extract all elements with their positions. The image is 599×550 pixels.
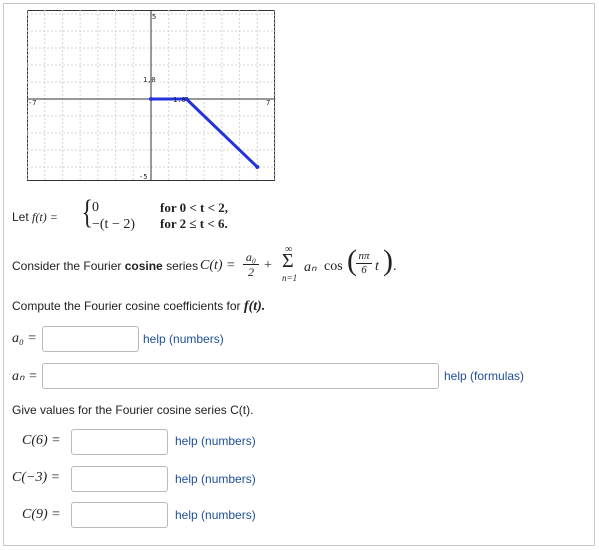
compute-prompt: Compute the Fourier cosine coefficients … bbox=[12, 299, 241, 313]
c6-help-link[interactable]: help (numbers) bbox=[175, 434, 256, 448]
close-paren: ) bbox=[383, 244, 393, 277]
argument-variable: t bbox=[375, 259, 379, 274]
consider-prefix: Consider the Fourier bbox=[12, 259, 125, 273]
x-max-label: 7 bbox=[266, 99, 270, 107]
an-input[interactable] bbox=[42, 363, 439, 389]
an-label: aₙ = bbox=[12, 369, 38, 384]
fraction-numerator: a₀ bbox=[245, 250, 257, 264]
a0-label: a₀ = bbox=[12, 331, 37, 346]
series-period: . bbox=[393, 259, 397, 274]
series-lhs: C(t) = bbox=[200, 258, 236, 273]
a0-input[interactable] bbox=[42, 326, 139, 352]
point-label-upper: 1,0 bbox=[143, 76, 156, 84]
c9-help-link[interactable]: help (numbers) bbox=[175, 508, 256, 522]
function-graph: 5 -5 -7 7 1,0 1.0 bbox=[27, 10, 276, 181]
summation-symbol: Σ bbox=[282, 250, 294, 272]
term-coefficient: aₙ bbox=[304, 260, 317, 275]
consider-bold: cosine bbox=[124, 259, 163, 273]
argument-numerator: nπ bbox=[358, 250, 370, 262]
c-neg3-help-link[interactable]: help (numbers) bbox=[175, 472, 256, 486]
let-prefix: Let bbox=[12, 210, 29, 224]
compute-function: f(t). bbox=[243, 299, 266, 314]
summation-lower: n=1 bbox=[282, 273, 298, 283]
c9-label: C(9) = bbox=[22, 507, 61, 522]
fraction-denominator: 2 bbox=[248, 265, 254, 279]
a0-help-link[interactable]: help (numbers) bbox=[143, 332, 224, 346]
consider-suffix: series bbox=[162, 259, 199, 273]
values-instruction: Give values for the Fourier cosine serie… bbox=[12, 403, 254, 417]
cos-function: cos bbox=[324, 259, 343, 274]
c9-input[interactable] bbox=[71, 502, 168, 528]
c6-label: C(6) = bbox=[22, 433, 61, 448]
case2-expr: −(t − 2) bbox=[92, 217, 136, 232]
c-neg3-label: C(−3) = bbox=[12, 470, 61, 485]
case1-condition: for 0 < t < 2, bbox=[160, 200, 229, 215]
c-neg3-input[interactable] bbox=[71, 466, 168, 492]
y-max-label: 5 bbox=[152, 13, 156, 21]
y-min-label: -5 bbox=[139, 173, 147, 181]
curve-endpoint bbox=[149, 97, 153, 101]
plus-sign: + bbox=[264, 258, 272, 273]
argument-denominator: 6 bbox=[361, 264, 367, 276]
c6-input[interactable] bbox=[71, 429, 168, 455]
function-lhs: f(t) = bbox=[32, 210, 58, 224]
curve-endpoint bbox=[255, 165, 260, 169]
case1-expr: 0 bbox=[92, 200, 99, 215]
case2-condition: for 2 ≤ t < 6. bbox=[160, 216, 228, 231]
an-help-link[interactable]: help (formulas) bbox=[444, 369, 524, 383]
x-min-label: -7 bbox=[28, 99, 36, 107]
point-label-on-line: 1.0 bbox=[173, 96, 186, 104]
